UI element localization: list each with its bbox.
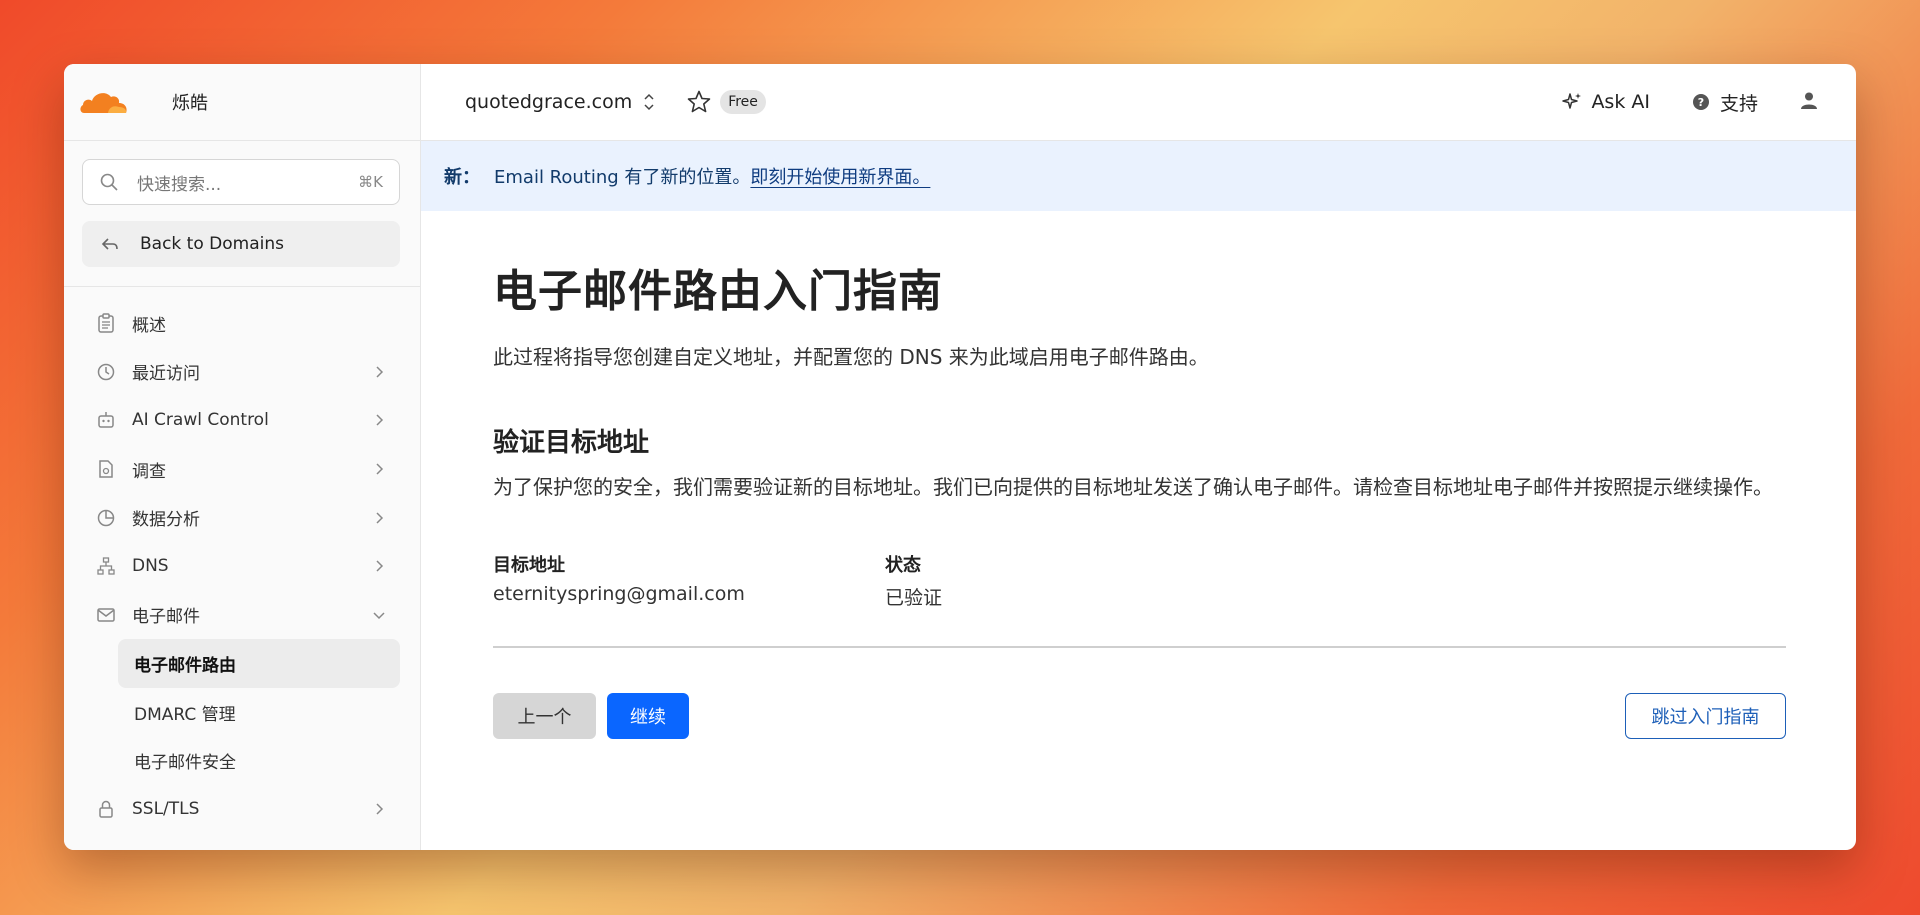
field-value: 已验证 [885, 587, 943, 609]
sidebar-item-label: 概述 [132, 315, 166, 336]
field-label: 状态 [885, 555, 921, 576]
continue-button[interactable]: 继续 [607, 693, 689, 739]
support-label: 支持 [1719, 92, 1758, 115]
back-to-domains-button[interactable]: Back to Domains [82, 221, 400, 267]
sidebar-item-label: 调查 [132, 461, 166, 482]
sidebar-item-email[interactable]: 电子邮件 [64, 591, 420, 640]
sidebar: 烁皓 快速搜索... ⌘K Back to Domains 概述 最近访问 AI… [64, 64, 421, 850]
user-icon [1801, 92, 1817, 109]
sidebar-item-ssl-tls[interactable]: SSL/TLS [64, 785, 420, 834]
banner-prefix: 新： [444, 167, 480, 188]
back-arrow-icon [101, 238, 118, 250]
support-button[interactable]: ? 支持 [1690, 89, 1758, 116]
sidebar-item-recent[interactable]: 最近访问 [64, 348, 420, 397]
main-panel: quotedgrace.com Free Ask AI ? 支持 新： Emai… [421, 64, 1856, 850]
chevron-right-icon [376, 560, 384, 572]
sidebar-subitem-dmarc[interactable]: DMARC 管理 [118, 688, 400, 737]
sidebar-item-label: 最近访问 [132, 364, 200, 385]
field-label: 目标地址 [493, 555, 565, 576]
star-icon[interactable] [686, 89, 712, 115]
clipboard-icon [98, 313, 114, 334]
chevron-right-icon [376, 512, 384, 524]
search-placeholder: 快速搜索... [137, 174, 222, 195]
network-icon [97, 557, 115, 575]
sidebar-item-analytics[interactable]: 数据分析 [64, 493, 420, 542]
chevron-right-icon [376, 803, 384, 815]
sidebar-item-label: 电子邮件 [132, 607, 200, 628]
content: 电子邮件路由入门指南 此过程将指导您创建自定义地址，并配置您的 DNS 来为此域… [421, 211, 1856, 739]
back-to-domains-label: Back to Domains [140, 234, 284, 254]
pie-chart-icon [97, 509, 115, 526]
actions: 上一个 继续 跳过入门指南 [493, 693, 1786, 739]
user-menu-button[interactable] [1798, 89, 1820, 115]
destination-address-field: 目标地址 eternityspring@gmail.com [493, 551, 885, 610]
sparkle-icon [1562, 93, 1582, 109]
brand-header: 烁皓 [64, 64, 420, 141]
previous-button[interactable]: 上一个 [493, 693, 596, 739]
sidebar-item-label: SSL/TLS [132, 799, 200, 820]
domain-selector[interactable]: quotedgrace.com [465, 91, 632, 113]
quick-search-input[interactable]: 快速搜索... ⌘K [82, 159, 400, 205]
cloudflare-logo-icon[interactable] [78, 87, 130, 117]
sidebar-item-label: 数据分析 [132, 510, 200, 531]
skip-onboarding-button[interactable]: 跳过入门指南 [1625, 693, 1786, 739]
sidebar-nav: 概述 最近访问 AI Crawl Control 调查 数据分析 DNS 电子邮… [64, 287, 420, 834]
section-title: 验证目标地址 [493, 428, 650, 458]
sidebar-item-investigate[interactable]: 调查 [64, 445, 420, 494]
mail-icon [97, 608, 115, 622]
sidebar-item-label: DNS [132, 556, 169, 577]
lock-icon [99, 800, 113, 818]
section-text: 为了保护您的安全，我们需要验证新的目标地址。我们已向提供的目标地址发送了确认电子… [493, 475, 1773, 499]
history-icon [97, 363, 115, 381]
ask-ai-button[interactable]: Ask AI [1561, 91, 1650, 113]
banner-text: Email Routing 有了新的位置。 [494, 167, 751, 188]
status-field: 状态 已验证 [885, 551, 1277, 610]
banner-link[interactable]: 即刻开始使用新界面。 [750, 163, 930, 189]
details: 目标地址 eternityspring@gmail.com 状态 已验证 [493, 551, 1786, 610]
chevron-right-icon [376, 366, 384, 378]
page-description: 此过程将指导您创建自定义地址，并配置您的 DNS 来为此域启用电子邮件路由。 [493, 345, 1209, 369]
chevron-down-icon [373, 612, 385, 619]
field-value: eternityspring@gmail.com [493, 583, 745, 605]
sidebar-item-label: AI Crawl Control [132, 410, 269, 431]
sidebar-subitem-email-security[interactable]: 电子邮件安全 [118, 736, 400, 785]
chevron-right-icon [376, 463, 384, 475]
account-name[interactable]: 烁皓 [172, 89, 208, 115]
sidebar-subitem-email-routing[interactable]: 电子邮件路由 [118, 639, 400, 688]
investigate-icon [99, 460, 113, 478]
sidebar-item-overview[interactable]: 概述 [64, 299, 420, 348]
page-title: 电子邮件路由入门指南 [493, 266, 943, 317]
help-icon: ? [1692, 94, 1709, 110]
search-shortcut: ⌘K [358, 173, 383, 191]
robot-icon [98, 412, 114, 429]
app-window: 烁皓 快速搜索... ⌘K Back to Domains 概述 最近访问 AI… [64, 64, 1856, 850]
sidebar-item-dns[interactable]: DNS [64, 542, 420, 591]
plan-badge: Free [720, 90, 766, 114]
divider [493, 646, 1786, 648]
ask-ai-label: Ask AI [1591, 91, 1650, 113]
search-icon [100, 173, 118, 191]
chevron-right-icon [376, 414, 384, 427]
top-bar: quotedgrace.com Free Ask AI ? 支持 [421, 64, 1856, 141]
chevron-up-down-icon[interactable] [642, 92, 656, 112]
info-banner: 新： Email Routing 有了新的位置。 即刻开始使用新界面。 [421, 141, 1856, 211]
sidebar-item-ai-crawl-control[interactable]: AI Crawl Control [64, 396, 420, 445]
svg-text:?: ? [1698, 96, 1704, 109]
